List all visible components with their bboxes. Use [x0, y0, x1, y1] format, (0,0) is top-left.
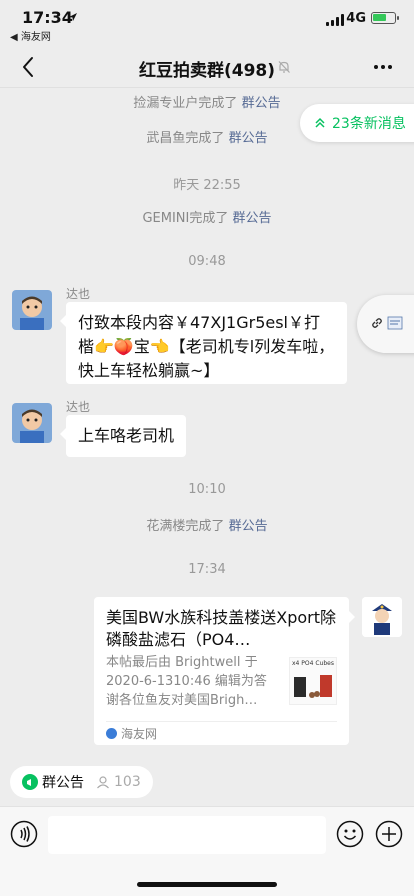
- link-card-message[interactable]: 美国BW水族科技盖楼送Xport除磷酸盐滤石（PO4… 本帖最后由 Bright…: [94, 597, 355, 745]
- notice-label: 群公告: [42, 775, 84, 791]
- group-notice-pill[interactable]: 群公告 103: [10, 766, 153, 798]
- members-icon: [97, 776, 109, 789]
- card-title: 美国BW水族科技盖楼送Xport除磷酸盐滤石（PO4…: [106, 608, 336, 649]
- notice-link[interactable]: 群公告: [233, 211, 272, 226]
- location-arrow-icon: [69, 13, 77, 21]
- network-type: 4G: [346, 11, 366, 26]
- floating-window-ball[interactable]: [357, 295, 414, 353]
- more-options-icon[interactable]: [368, 54, 398, 80]
- new-messages-banner[interactable]: 23条新消息: [300, 104, 414, 142]
- emoji-icon[interactable]: [336, 820, 364, 848]
- card-divider: [106, 721, 337, 722]
- status-time: 17:34: [22, 8, 73, 27]
- signal-icon: [326, 14, 344, 26]
- notice-icon: [22, 774, 38, 790]
- new-messages-label: 23条新消息: [332, 116, 406, 132]
- timestamp: 10:10: [188, 482, 226, 497]
- avatar[interactable]: [12, 403, 52, 443]
- home-indicator: [137, 882, 277, 887]
- system-message: 花满楼完成了 群公告: [146, 519, 268, 534]
- source-logo-icon: [106, 728, 117, 739]
- sender-name: 达也: [66, 287, 91, 301]
- notice-link[interactable]: 群公告: [229, 131, 268, 146]
- timestamp: 09:48: [188, 254, 226, 269]
- child-avatar-icon: [12, 290, 52, 330]
- member-count: 103: [114, 774, 141, 790]
- notice-link[interactable]: 群公告: [229, 519, 268, 534]
- timestamp: 17:34: [188, 562, 226, 577]
- double-chevron-up-icon: [315, 117, 325, 128]
- system-message: GEMINI完成了 群公告: [142, 211, 272, 226]
- notice-link[interactable]: 群公告: [242, 96, 281, 111]
- police-cartoon-avatar-icon: [362, 597, 402, 637]
- status-bar: 17:34 ◀ 海友网 4G: [0, 0, 414, 46]
- plus-icon[interactable]: [375, 820, 403, 848]
- link-icon: [372, 318, 382, 328]
- back-to-app-link[interactable]: ◀ 海友网: [10, 28, 51, 43]
- avatar[interactable]: [12, 290, 52, 330]
- mute-bell-icon: [278, 61, 290, 73]
- chat-title: 红豆拍卖群(498): [138, 61, 276, 81]
- battery-icon: [371, 12, 399, 24]
- message-bubble[interactable]: 付致本段内容￥47XJ1Gr5esl￥打楷👉🍑宝👈【老司机专l列发车啦，快上车轻…: [60, 302, 347, 384]
- message-input[interactable]: [48, 816, 326, 854]
- product-image-icon: [294, 675, 332, 698]
- my-avatar[interactable]: [362, 597, 402, 637]
- child-avatar-icon: [12, 403, 52, 443]
- card-description: 本帖最后由 Brightwell 于 2020-6-1310:46 编辑为答谢各…: [106, 655, 267, 708]
- article-thumbnail-icon: [387, 316, 403, 330]
- nav-bar: 红豆拍卖群(498): [0, 46, 414, 88]
- voice-icon[interactable]: [10, 820, 38, 848]
- card-thumbnail: x4 PO4 Cubes: [289, 657, 337, 705]
- sender-name: 达也: [66, 400, 91, 414]
- message-bubble[interactable]: 上车咯老司机: [59, 415, 187, 457]
- timestamp: 昨天 22:55: [173, 178, 241, 193]
- card-source: 海友网: [106, 725, 157, 742]
